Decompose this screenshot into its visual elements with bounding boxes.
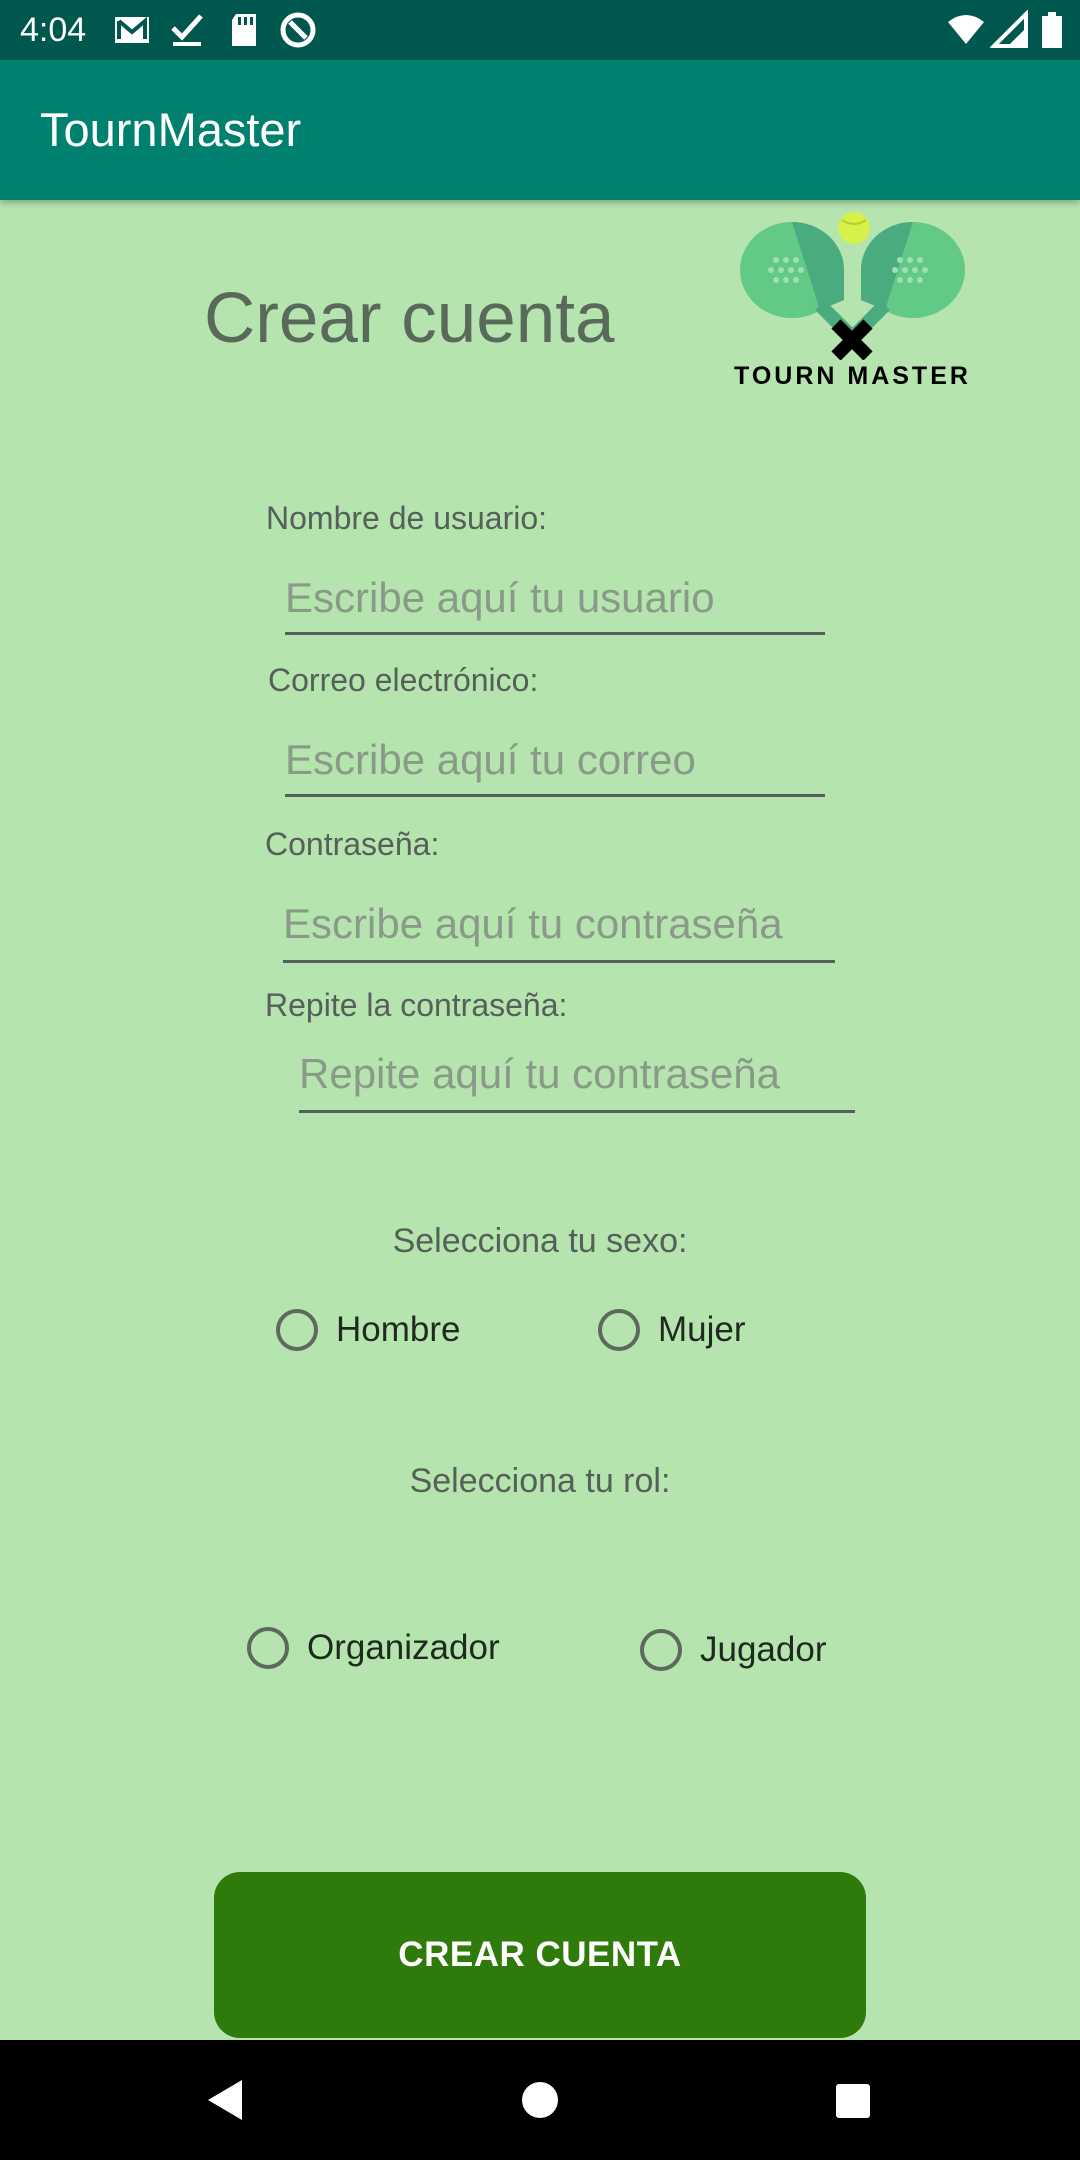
email-input[interactable]: Escribe aquí tu correo <box>285 734 825 786</box>
home-icon[interactable] <box>520 2080 560 2120</box>
status-time: 4:04 <box>20 11 87 49</box>
create-account-button[interactable]: CREAR CUENTA <box>214 1872 866 2038</box>
role-label: Selecciona tu rol: <box>409 1462 671 1500</box>
app-title: TournMaster <box>40 103 302 156</box>
radio-hombre[interactable]: Hombre <box>276 1308 460 1352</box>
password-underline <box>283 960 835 963</box>
radio-jugador-circle[interactable] <box>640 1629 682 1671</box>
tournmaster-logo: TOURN MASTER <box>730 210 1000 400</box>
padel-rackets-logo-icon <box>740 212 965 361</box>
battery-icon <box>1042 12 1062 48</box>
password-label: Contraseña: <box>265 826 440 862</box>
app-bar: TournMaster <box>0 60 1080 200</box>
email-underline <box>285 794 825 797</box>
radio-organizador-label: Organizador <box>307 1628 500 1667</box>
no-disturb-icon <box>280 12 316 48</box>
check-icon <box>171 14 203 46</box>
radio-jugador[interactable]: Jugador <box>640 1628 826 1672</box>
sex-label: Selecciona tu sexo: <box>392 1222 688 1260</box>
radio-mujer[interactable]: Mujer <box>598 1308 746 1352</box>
email-label: Correo electrónico: <box>268 662 539 698</box>
repeat-password-label: Repite la contraseña: <box>265 987 568 1023</box>
radio-hombre-label: Hombre <box>336 1310 461 1349</box>
password-input[interactable]: Escribe aquí tu contraseña <box>283 898 835 950</box>
repeat-password-input[interactable]: Repite aquí tu contraseña <box>299 1048 855 1100</box>
logo-text: TOURN MASTER <box>734 362 971 390</box>
radio-mujer-label: Mujer <box>658 1310 746 1349</box>
gmail-icon <box>115 16 149 43</box>
username-input[interactable]: Escribe aquí tu usuario <box>285 572 825 624</box>
page-title: Crear cuenta <box>204 279 615 358</box>
wifi-icon <box>948 15 984 44</box>
radio-organizador[interactable]: Organizador <box>247 1626 500 1670</box>
sd-card-icon <box>232 14 256 46</box>
signal-icon <box>990 10 1028 48</box>
repeat-password-underline <box>299 1110 855 1113</box>
recents-icon[interactable] <box>834 2082 872 2120</box>
radio-jugador-label: Jugador <box>700 1630 827 1669</box>
radio-organizador-circle[interactable] <box>247 1627 289 1669</box>
status-bar: 4:04 <box>0 0 1080 60</box>
back-icon[interactable] <box>204 2078 246 2122</box>
username-underline <box>285 632 825 635</box>
radio-hombre-circle[interactable] <box>276 1309 318 1351</box>
navigation-bar <box>0 2040 1080 2160</box>
username-label: Nombre de usuario: <box>266 500 548 536</box>
radio-mujer-circle[interactable] <box>598 1309 640 1351</box>
